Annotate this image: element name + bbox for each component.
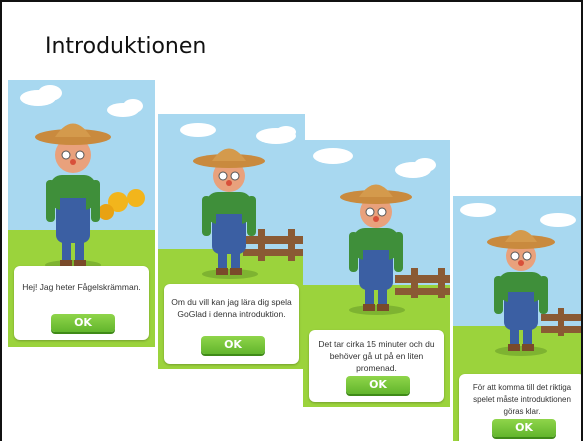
dialog-panel: Hej! Jag heter Fågelskrämman. OK [14,266,149,340]
dialog-panel: Det tar cirka 15 minuter och du behöver … [309,330,444,402]
dialog-message: För att komma till det riktiga spelet må… [472,383,572,416]
ok-button[interactable]: OK [51,314,115,332]
dialog-panel: Om du vill kan jag lära dig spela GoGlad… [164,284,299,364]
intro-screen-3: Det tar cirka 15 minuter och du behöver … [303,140,450,407]
intro-screen-2: Om du vill kan jag lära dig spela GoGlad… [158,114,305,369]
page-title: Introduktionen [45,34,207,59]
ok-button[interactable]: OK [492,419,556,437]
intro-screen-4: För att komma till det riktiga spelet må… [453,196,581,441]
intro-screen-1: Hej! Jag heter Fågelskrämman. OK [8,80,155,347]
dialog-message: Om du vill kan jag lära dig spela GoGlad… [171,297,292,319]
dialog-panel: För att komma till det riktiga spelet må… [459,374,581,441]
ok-button[interactable]: OK [201,336,265,354]
dialog-message: Hej! Jag heter Fågelskrämman. [22,282,141,292]
dialog-message: Det tar cirka 15 minuter och du behöver … [318,339,435,373]
slide-frame: Introduktionen Hej! Jag heter Fågelskräm… [0,0,583,441]
ok-button[interactable]: OK [346,376,410,394]
